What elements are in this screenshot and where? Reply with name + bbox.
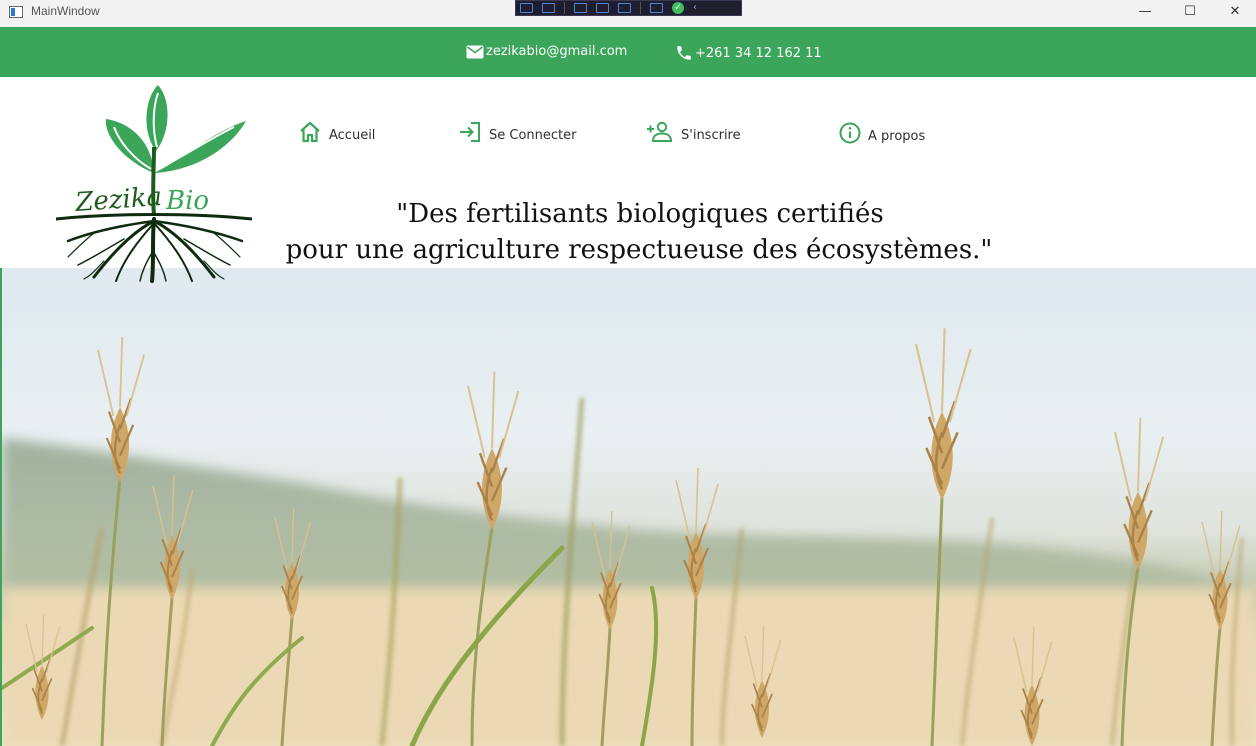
- binding-ok-icon[interactable]: ✓: [672, 2, 684, 14]
- home-icon: [300, 121, 320, 143]
- login-icon: [460, 122, 480, 142]
- svg-text:Zezika: Zezika: [73, 182, 163, 218]
- toolbar-divider: [564, 2, 565, 14]
- svg-text:Bio: Bio: [165, 186, 209, 216]
- window-title: MainWindow: [31, 4, 100, 18]
- preview-selection-icon[interactable]: [596, 3, 609, 13]
- mail-icon: [466, 45, 484, 58]
- wheat-field-illustration: [2, 268, 1256, 746]
- select-element-icon[interactable]: [520, 3, 533, 13]
- nav-signup-label: S'inscrire: [681, 128, 741, 143]
- phone-icon: [677, 46, 691, 60]
- add-user-icon: [647, 121, 673, 142]
- maximize-button[interactable]: ☐: [1167, 0, 1213, 22]
- accessibility-icon[interactable]: [650, 3, 663, 13]
- track-focus-icon[interactable]: [574, 3, 587, 13]
- contact-bar: zezikabio@gmail.com +261 34 12 162 11: [0, 27, 1256, 77]
- window-titlebar: MainWindow ✓ ‹ — ☐ ✕: [0, 0, 1256, 27]
- nav-login[interactable]: Se Connecter: [457, 120, 576, 144]
- site-header: Zezika Bio Accueil Se Connecter S'inscri…: [2, 77, 1256, 283]
- toolbar-divider: [640, 2, 641, 14]
- hero-wheat-image: [0, 268, 1256, 746]
- nav-home-label: Accueil: [329, 128, 376, 143]
- contact-email-text: zezikabio@gmail.com: [486, 44, 628, 59]
- nav-about[interactable]: A propos: [838, 121, 925, 145]
- contact-phone-text: +261 34 12 162 11: [695, 45, 822, 61]
- info-icon: [839, 122, 861, 144]
- debug-toolbar[interactable]: ✓ ‹: [515, 0, 742, 16]
- tagline-line-2: pour une agriculture respectueuse des éc…: [285, 235, 993, 265]
- contact-email[interactable]: zezikabio@gmail.com: [466, 44, 627, 59]
- app-window-icon: [9, 6, 23, 18]
- close-button[interactable]: ✕: [1212, 0, 1256, 22]
- minimize-button[interactable]: —: [1122, 0, 1168, 22]
- collapse-chevron-icon[interactable]: ‹: [693, 3, 701, 13]
- zezika-bio-logo[interactable]: Zezika Bio: [54, 81, 254, 284]
- contact-phone[interactable]: +261 34 12 162 11: [675, 44, 822, 62]
- nav-signup[interactable]: S'inscrire: [645, 120, 741, 144]
- display-layout-icon[interactable]: [542, 3, 555, 13]
- nav-login-label: Se Connecter: [489, 128, 577, 143]
- nav-home[interactable]: Accueil: [297, 120, 375, 144]
- nav-about-label: A propos: [868, 129, 926, 144]
- hot-reload-icon[interactable]: [618, 3, 631, 13]
